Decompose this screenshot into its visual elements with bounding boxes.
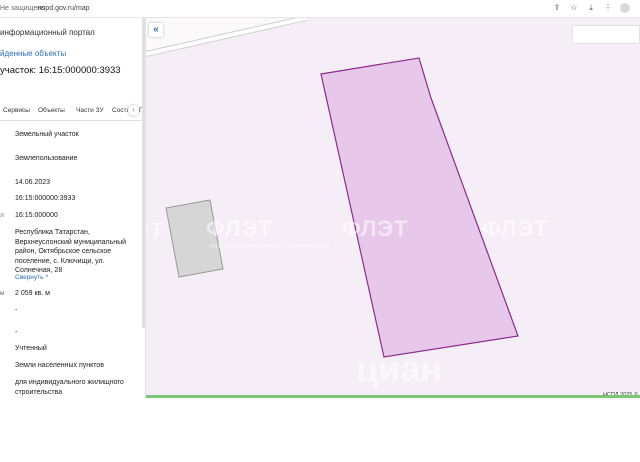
tab-objects[interactable]: Объекты [38,107,65,114]
download-icon[interactable]: ⤓ [586,3,596,13]
portal-title: информационный портал [0,28,95,37]
blank-footer-area [0,398,640,462]
parcel-title: участок: 16:15:000000:3933 [0,65,121,76]
map-canvas[interactable]: ФЛЭТ ФЛЭТ ФЛЭТ ФЛЭТ ИНФОРМАЦИОННЫЙ ПОРТА… [146,18,640,398]
collapse-label: Свернуть [15,274,44,281]
row-label-quarter: л [0,212,4,219]
chevron-up-icon: ^ [45,274,49,281]
profile-icon[interactable] [620,3,630,13]
info-panel: информационный портал йденные объекты уч… [0,18,146,398]
row-value-area: 2 059 кв. м [15,290,50,297]
watermark-flat-2: ФЛЭТ [206,216,273,241]
row-value-quarter: 16:15:000000 [15,212,58,219]
map-layer [146,18,640,398]
collapse-panel-button[interactable]: « [149,23,163,37]
extensions-icon[interactable]: ⋮ [603,3,613,13]
tab-parts[interactable]: Части ЗУ [76,107,104,114]
collapse-address-link[interactable]: Свернуть ^ [15,274,48,281]
row-value-cadastral-number: 16:15:000000:3933 [15,195,76,202]
tab-bar: Сервисы Объекты Части ЗУ Состав › Г [0,104,143,121]
share-icon[interactable]: ⇪ [552,3,562,13]
panel-scrollbar[interactable] [142,18,145,328]
watermark-flat-1: ФЛЭТ [146,218,165,243]
found-objects-link[interactable]: йденные объекты [0,49,66,58]
row-value-date: 14.06.2023 [15,179,51,186]
tab-services[interactable]: Сервисы [3,107,30,114]
row-value-status: Учтенный [15,345,47,352]
watermark-subtitle: ИНФОРМАЦИОННЫЙ ПОРТАЛ НЕДВИЖИМОСТИ [210,244,329,250]
row-value-category: Земли населенных пунктов [15,362,105,369]
watermark-flat-4: ФЛЭТ [482,216,549,241]
row-value-subtype: Землепользование [15,155,78,162]
bookmark-icon[interactable]: ☆ [569,3,579,13]
toolbar-icons: ⇪ ☆ ⤓ ⋮ [552,3,630,13]
tabs-next-arrow-icon[interactable]: › [128,105,139,116]
row-value-type: Земельный участок [15,131,79,138]
row-value-empty-2: - [15,329,18,336]
row-value-empty-1: - [15,307,18,314]
browser-toolbar: Не защищено nspd.gov.ru/map ⇪ ☆ ⤓ ⋮ [0,0,640,18]
row-value-permitted-use: для индивидуального жилищного строительс… [15,379,124,396]
map-search-box[interactable] [572,25,640,44]
cian-watermark: циан [356,348,443,389]
row-value-address: Республика Татарстан, Верхнеуслонский му… [15,229,127,274]
row-label-area: м [0,290,5,297]
address-bar[interactable]: nspd.gov.ru/map [38,5,90,12]
watermark-flat-3: ФЛЭТ [342,216,409,241]
